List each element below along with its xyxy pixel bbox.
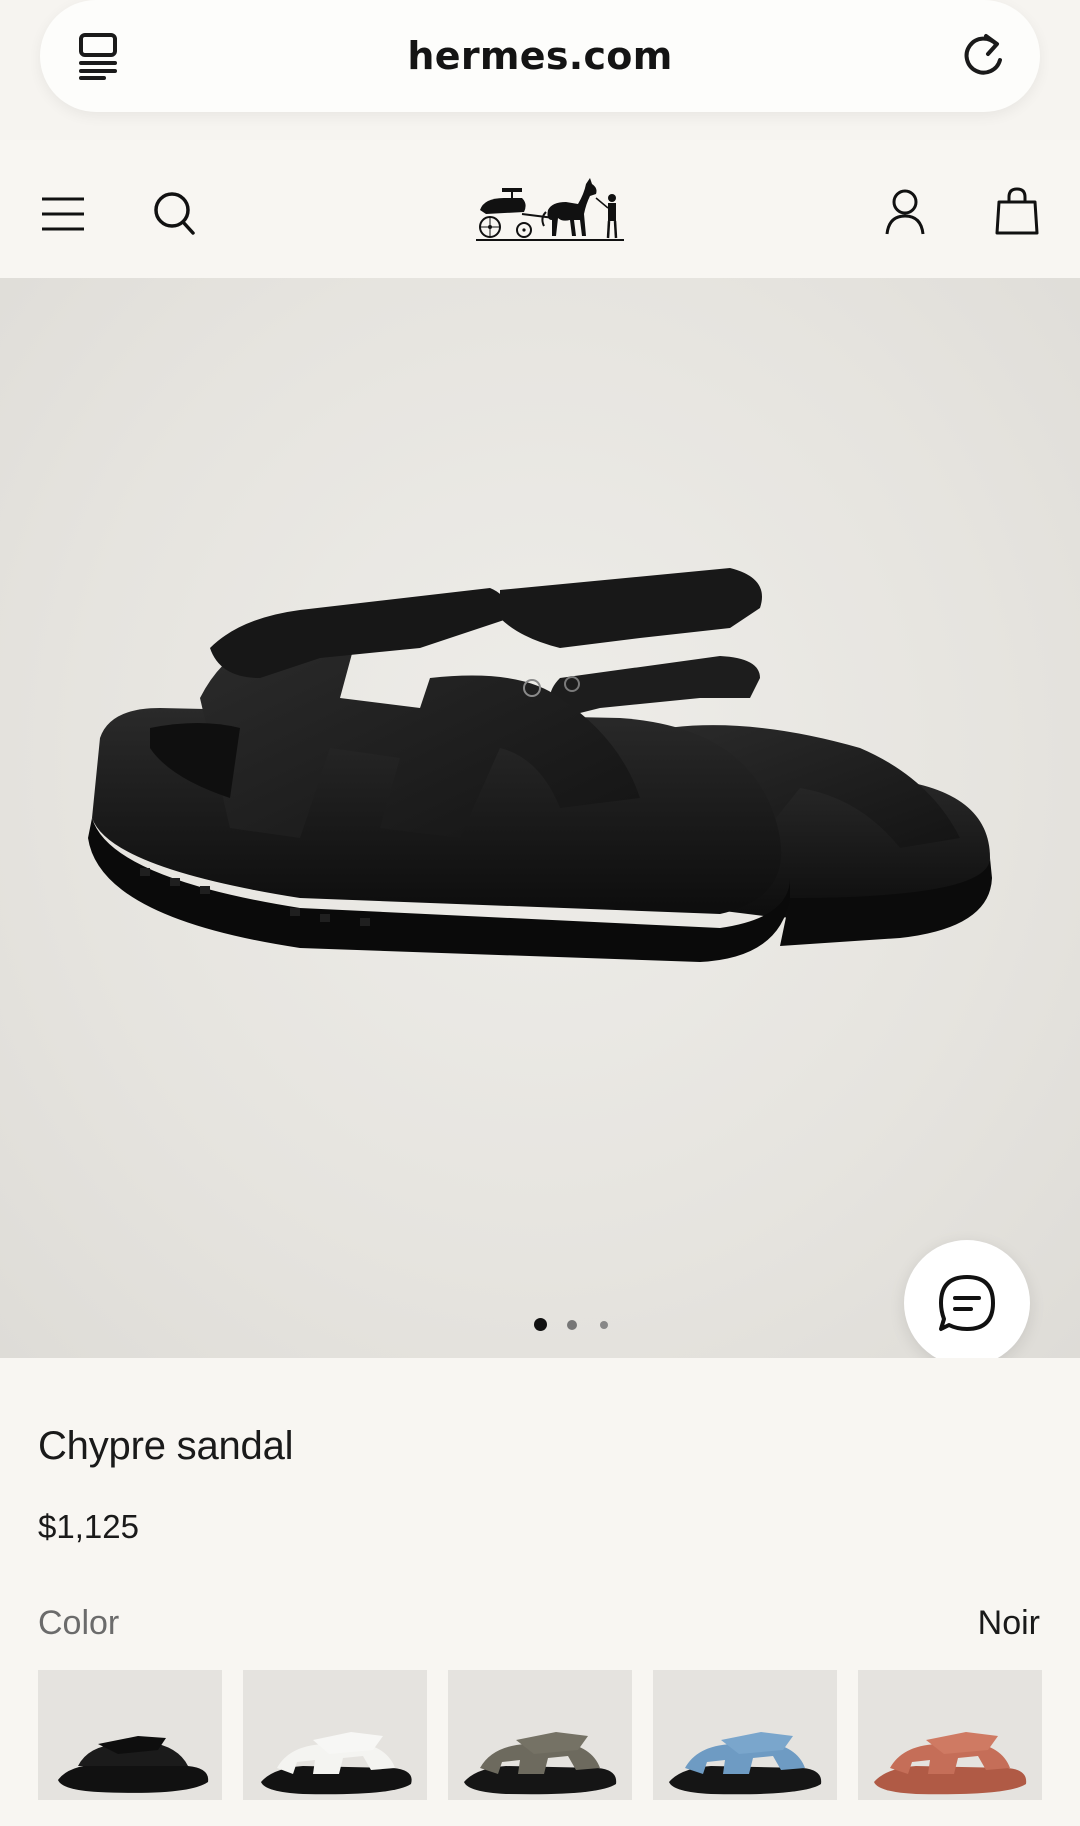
sandal-thumbnail xyxy=(669,1732,822,1795)
color-swatch-blue[interactable] xyxy=(653,1670,837,1800)
carousel-dots[interactable] xyxy=(534,1318,614,1334)
carousel-dot-2[interactable] xyxy=(567,1320,577,1330)
carousel-dot-1-active[interactable] xyxy=(534,1318,547,1331)
selected-color-name: Noir xyxy=(977,1604,1040,1642)
color-swatch-white[interactable] xyxy=(243,1670,427,1800)
site-header xyxy=(0,140,1080,278)
chat-icon xyxy=(939,1275,995,1331)
chat-button[interactable] xyxy=(904,1240,1030,1358)
account-icon[interactable] xyxy=(884,188,926,236)
browser-address-bar: hermes.com xyxy=(0,0,1080,140)
sandal-thumbnail xyxy=(874,1732,1027,1795)
color-swatch-noir[interactable] xyxy=(38,1670,222,1800)
shopping-bag-icon[interactable] xyxy=(994,186,1040,236)
color-swatch-terracotta[interactable] xyxy=(858,1670,1042,1800)
product-price: $1,125 xyxy=(38,1508,139,1545)
color-swatch-taupe[interactable] xyxy=(448,1670,632,1800)
sandal-thumbnail xyxy=(261,1732,412,1795)
product-image-gallery[interactable] xyxy=(0,278,1080,1358)
url-text[interactable]: hermes.com xyxy=(40,34,1040,78)
hamburger-menu-icon[interactable] xyxy=(40,194,86,234)
sandal-thumbnail xyxy=(464,1732,617,1795)
search-icon[interactable] xyxy=(152,190,196,236)
sandal-thumbnail xyxy=(58,1736,209,1793)
reload-icon[interactable] xyxy=(960,30,1006,80)
hermes-carriage-logo[interactable] xyxy=(474,174,626,244)
product-name: Chypre sandal xyxy=(38,1424,294,1468)
product-image xyxy=(88,568,992,962)
color-swatches xyxy=(38,1670,1042,1826)
url-pill[interactable]: hermes.com xyxy=(40,0,1040,112)
color-label: Color xyxy=(38,1604,120,1642)
carousel-dot-3[interactable] xyxy=(600,1321,608,1329)
